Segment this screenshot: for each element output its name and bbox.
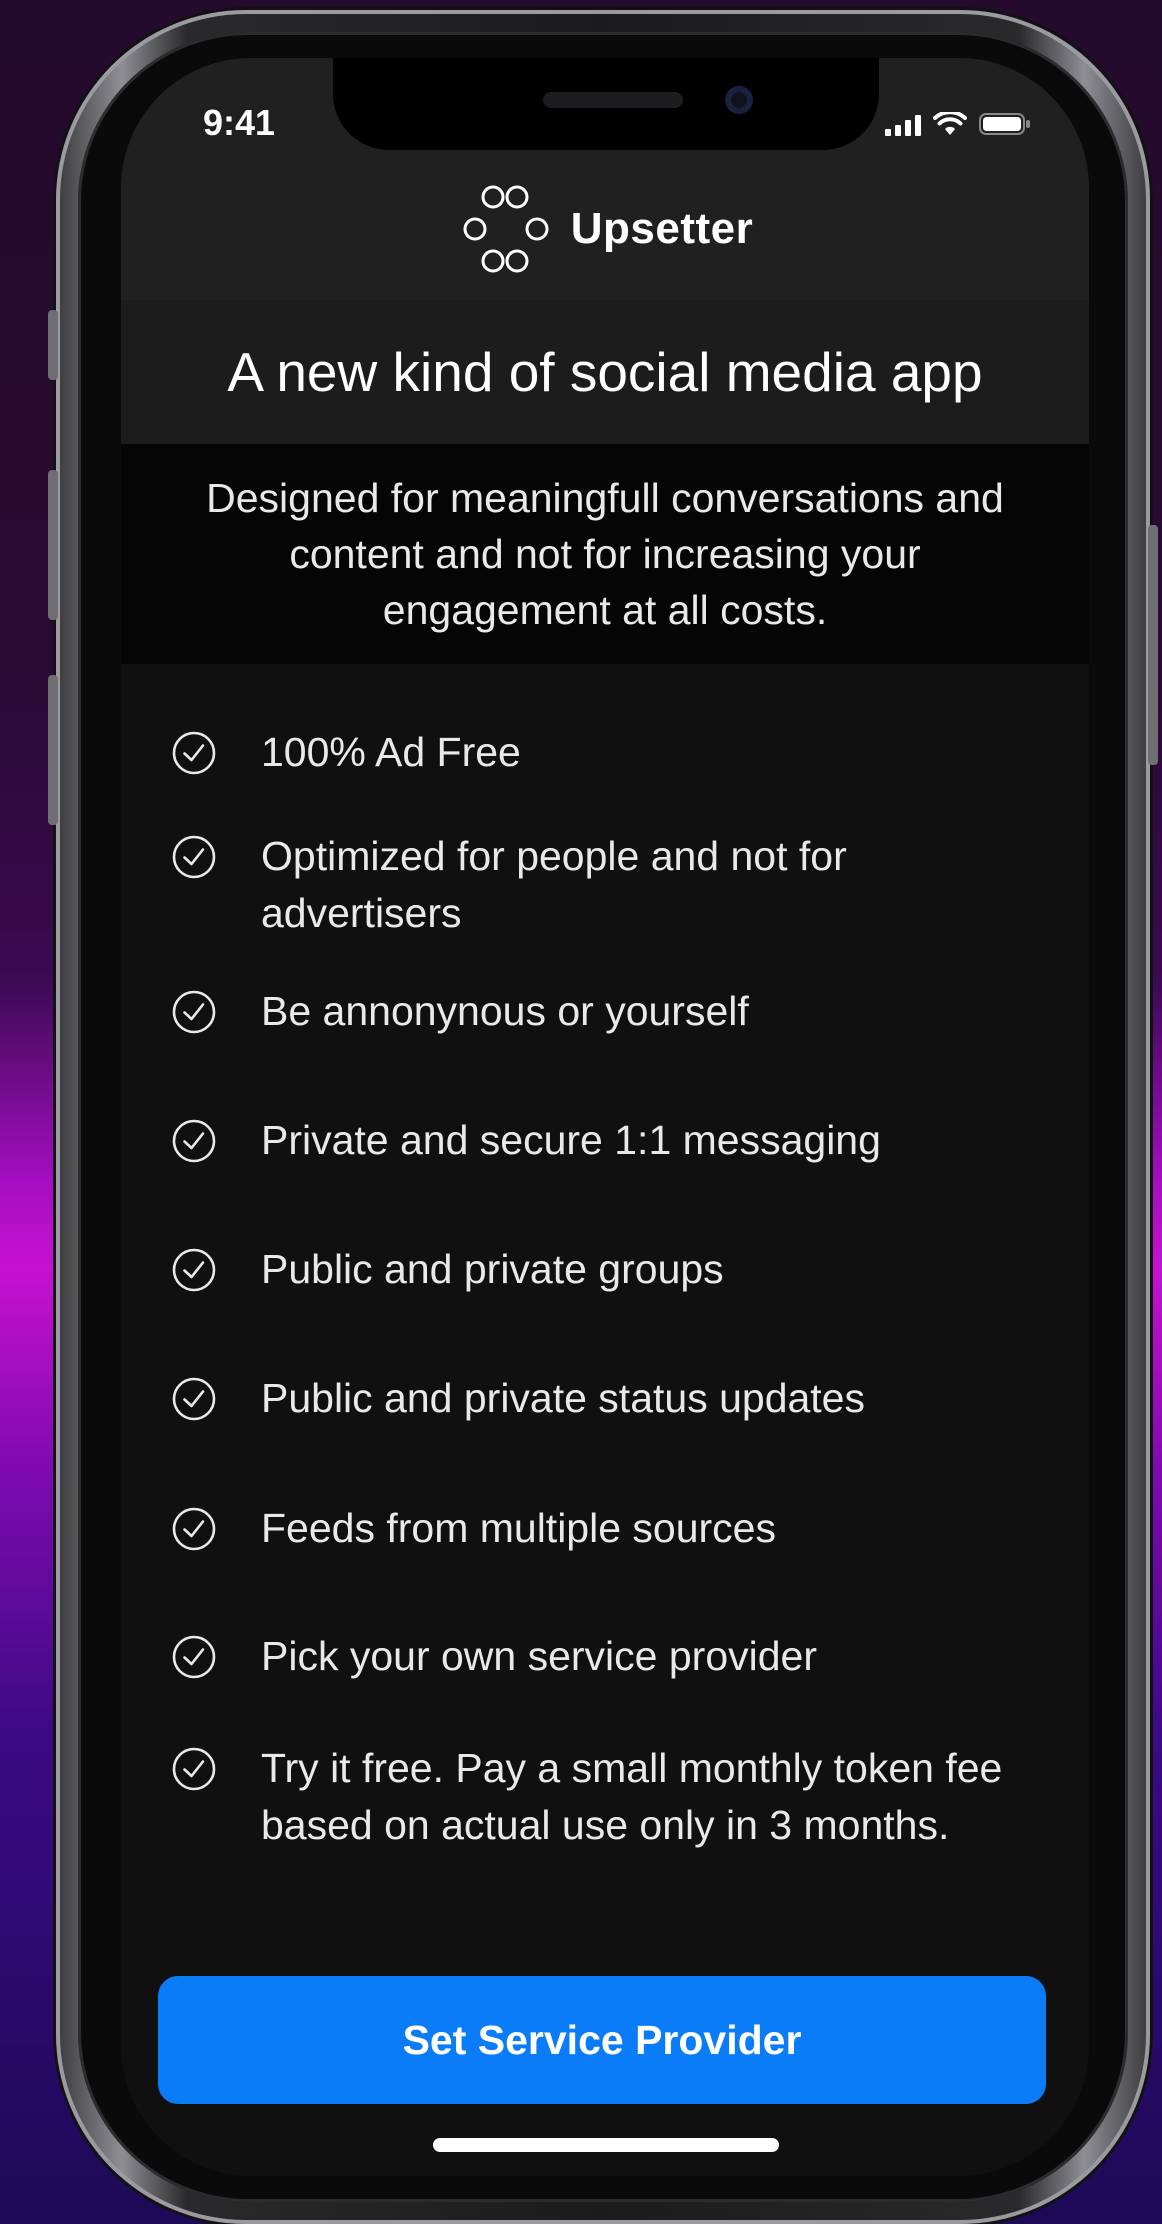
subheadline-band: Designed for meaningfull conversations a… bbox=[121, 444, 1089, 664]
list-item: Try it free. Pay a small monthly token f… bbox=[171, 1744, 1051, 1854]
list-item: Private and secure 1:1 messaging bbox=[171, 1116, 1051, 1169]
check-circle-icon bbox=[171, 730, 217, 776]
check-circle-icon bbox=[171, 989, 217, 1035]
mute-switch bbox=[48, 310, 58, 380]
notch bbox=[333, 58, 879, 150]
check-circle-icon bbox=[171, 1746, 217, 1792]
battery-icon bbox=[979, 112, 1031, 136]
page-subtitle: Designed for meaningfull conversations a… bbox=[206, 475, 1004, 633]
feature-list: 100% Ad Free Optimized for people and no… bbox=[121, 664, 1089, 2176]
status-icons bbox=[885, 112, 1031, 136]
front-camera bbox=[725, 86, 753, 114]
list-item: 100% Ad Free bbox=[171, 728, 1051, 781]
upsetter-logo-icon bbox=[457, 184, 553, 274]
cellular-signal-icon bbox=[885, 114, 921, 136]
check-circle-icon bbox=[171, 1634, 217, 1680]
feature-text: 100% Ad Free bbox=[261, 729, 521, 775]
feature-text: Pick your own service provider bbox=[261, 1633, 817, 1679]
list-item: Public and private groups bbox=[171, 1245, 1051, 1298]
set-service-provider-button[interactable]: Set Service Provider bbox=[158, 1976, 1046, 2104]
feature-text: Public and private status updates bbox=[261, 1375, 865, 1421]
phone-screen: 9:41 Upsetter A new kind of social media… bbox=[121, 58, 1089, 2176]
check-circle-icon bbox=[171, 1376, 217, 1422]
home-indicator[interactable] bbox=[433, 2138, 779, 2152]
check-circle-icon bbox=[171, 1118, 217, 1164]
list-item: Pick your own service provider bbox=[171, 1632, 1051, 1685]
volume-down-button bbox=[48, 675, 58, 825]
volume-up-button bbox=[48, 470, 58, 620]
feature-text: Private and secure 1:1 messaging bbox=[261, 1117, 881, 1163]
page-title: A new kind of social media app bbox=[227, 341, 983, 403]
feature-text: Optimized for people and not for adverti… bbox=[261, 833, 847, 936]
status-time: 9:41 bbox=[203, 102, 276, 143]
check-circle-icon bbox=[171, 834, 217, 880]
feature-text: Feeds from multiple sources bbox=[261, 1505, 776, 1551]
list-item: Feeds from multiple sources bbox=[171, 1504, 1051, 1557]
power-button bbox=[1148, 525, 1158, 765]
feature-text: Be annonynous or yourself bbox=[261, 988, 749, 1034]
list-item: Optimized for people and not for adverti… bbox=[171, 832, 1051, 942]
feature-text: Public and private groups bbox=[261, 1246, 724, 1292]
list-item: Public and private status updates bbox=[171, 1374, 1051, 1427]
feature-text: Try it free. Pay a small monthly token f… bbox=[261, 1745, 1003, 1848]
check-circle-icon bbox=[171, 1506, 217, 1552]
list-item: Be annonynous or yourself bbox=[171, 987, 1051, 1040]
speaker-grille bbox=[543, 92, 683, 108]
app-name: Upsetter bbox=[570, 204, 754, 253]
headline-band: A new kind of social media app bbox=[121, 300, 1089, 444]
app-header: Upsetter bbox=[121, 158, 1089, 300]
wifi-icon bbox=[933, 112, 967, 136]
check-circle-icon bbox=[171, 1247, 217, 1293]
